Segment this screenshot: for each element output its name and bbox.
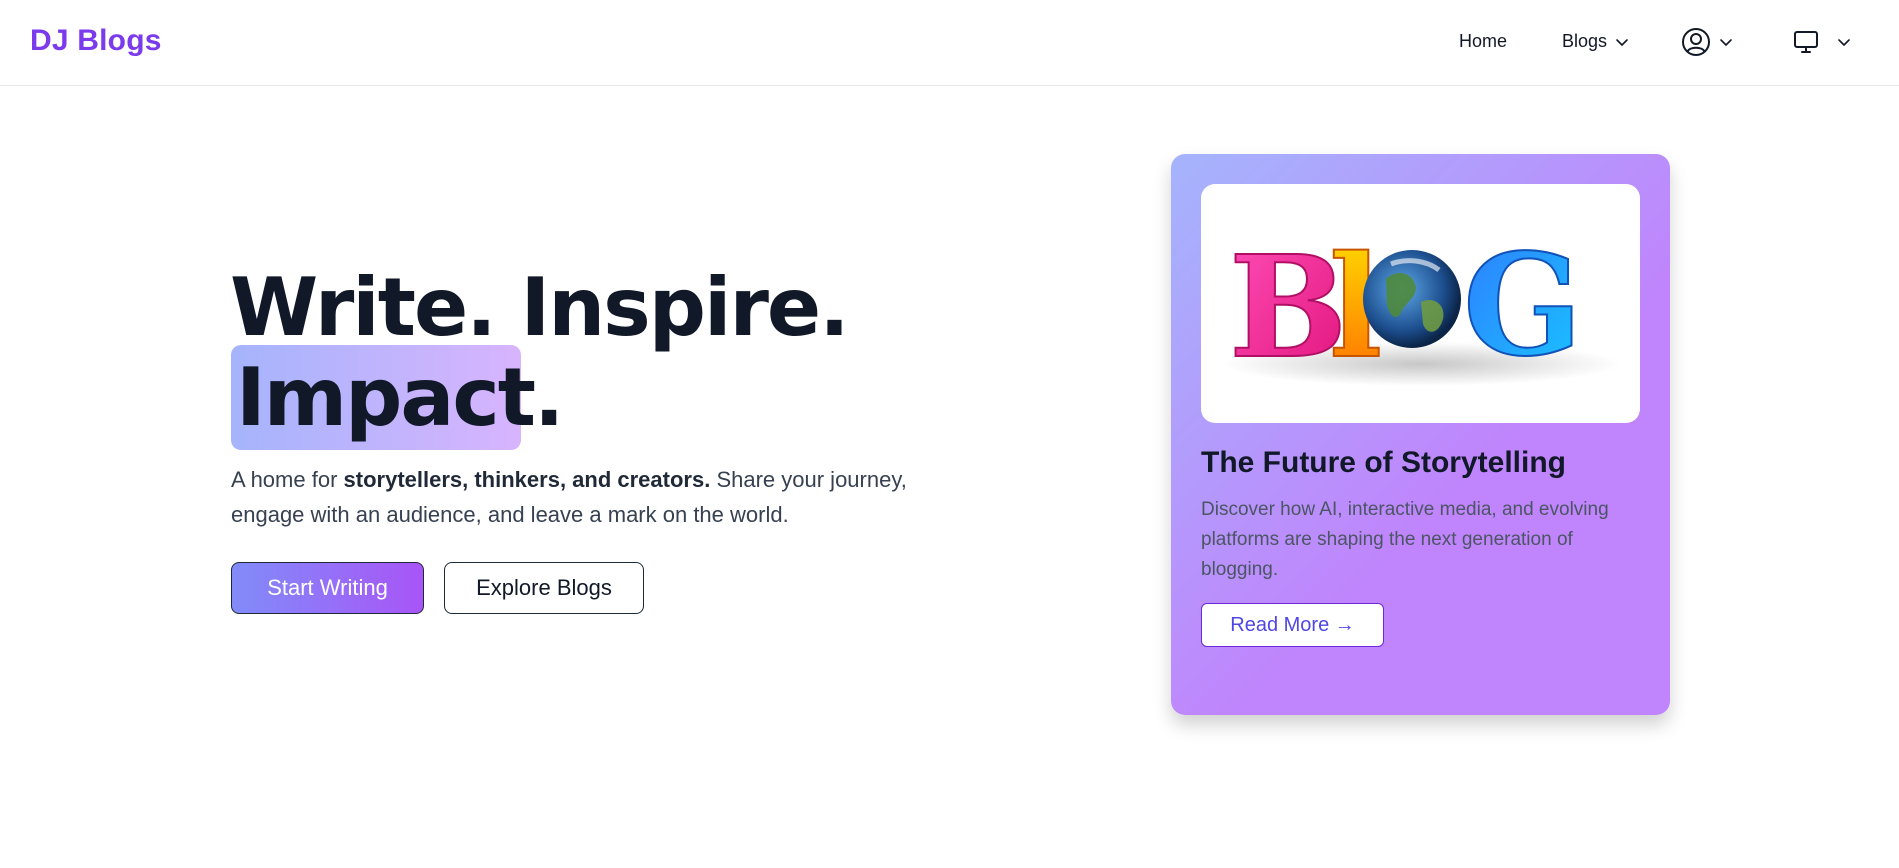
svg-text:G: G: [1463, 224, 1583, 388]
start-writing-button[interactable]: Start Writing: [231, 562, 424, 614]
chevron-down-icon: [1615, 35, 1629, 49]
theme-menu-button[interactable]: [1793, 29, 1851, 55]
chevron-down-icon: [1837, 35, 1851, 49]
brand-logo[interactable]: DJ Blogs: [30, 24, 162, 58]
nav-blogs-label: Blogs: [1562, 31, 1608, 51]
blog-logo-image: B l G: [1221, 223, 1621, 391]
nav-home-link[interactable]: Home: [1459, 31, 1507, 52]
user-menu-button[interactable]: [1681, 27, 1733, 57]
nav-blogs-dropdown[interactable]: Blogs: [1562, 31, 1629, 52]
featured-card: B l G The Future of Storytelling Discove…: [1171, 154, 1670, 715]
card-description: Discover how AI, interactive media, and …: [1201, 499, 1609, 580]
hero-description: A home for storytellers, thinkers, and c…: [231, 462, 951, 532]
explore-blogs-button[interactable]: Explore Blogs: [444, 562, 644, 614]
user-circle-icon: [1681, 27, 1711, 57]
hero-desc-prefix: A home for: [231, 467, 344, 492]
hero-title-line1: Write. Inspire.: [230, 261, 850, 354]
nav-home-label: Home: [1459, 31, 1508, 51]
card-image: B l G: [1201, 184, 1640, 423]
card-title: The Future of Storytelling: [1201, 446, 1566, 479]
hero-title-line2: Impact.: [236, 351, 564, 444]
read-more-button[interactable]: Read More →: [1201, 603, 1384, 647]
chevron-down-icon: [1719, 35, 1733, 49]
monitor-icon: [1793, 29, 1819, 55]
hero-desc-bold: storytellers, thinkers, and creators.: [343, 467, 711, 492]
navbar: DJ Blogs Home Blogs: [0, 0, 1899, 86]
